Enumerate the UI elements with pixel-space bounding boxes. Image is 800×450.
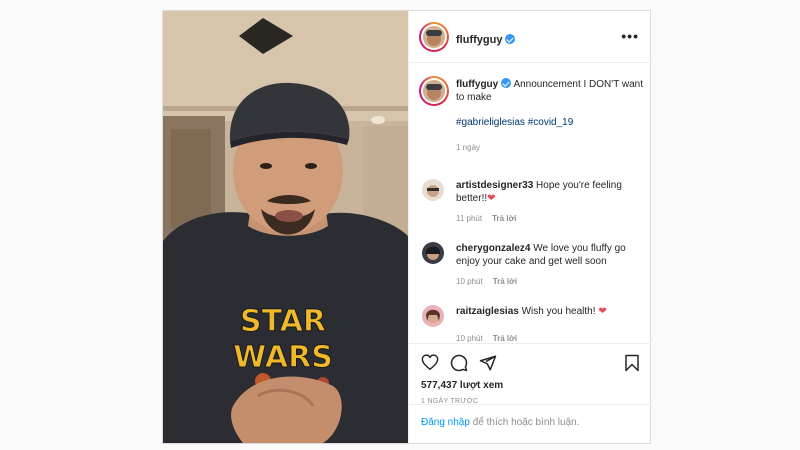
login-prompt-text: để thích hoặc bình luận. (469, 417, 580, 428)
reply-button[interactable]: Trả lời (493, 334, 517, 343)
comment-time: 10 phút (456, 277, 483, 286)
post-sidebar: fluffyguy ••• fluffyguy Announcement I D… (408, 11, 651, 443)
caption-username[interactable]: fluffyguy (456, 79, 498, 90)
caption-time: 1 ngày (456, 143, 481, 152)
commenter-avatar[interactable] (422, 242, 444, 264)
caption-hashtags[interactable]: #gabrieliglesias #covid_19 (456, 117, 573, 128)
page-background: STAR WARS fluffyguy ••• fluffyguy Announ… (0, 0, 800, 450)
comment-icon[interactable] (450, 354, 468, 377)
comment-username[interactable]: raitzaiglesias (456, 306, 519, 317)
view-count: 577,437 lượt xem (421, 380, 504, 391)
bookmark-icon[interactable] (624, 354, 640, 377)
login-link[interactable]: Đăng nhập (421, 417, 470, 428)
heart-emoji: ❤ (487, 193, 496, 204)
login-prompt: Đăng nhập để thích hoặc bình luận. (409, 404, 651, 443)
reply-button[interactable]: Trả lời (493, 277, 517, 286)
caption-author-avatar[interactable] (419, 76, 449, 106)
verified-badge-icon (505, 34, 516, 44)
comment-username[interactable]: artistdesigner33 (456, 180, 533, 191)
shirt-text-star: STAR (240, 304, 326, 339)
reply-button[interactable]: Trả lời (492, 214, 516, 223)
author-avatar-image (423, 26, 445, 48)
more-options-icon[interactable]: ••• (621, 29, 639, 43)
author-avatar[interactable] (419, 22, 449, 52)
instagram-post: STAR WARS fluffyguy ••• fluffyguy Announ… (162, 10, 651, 444)
heart-emoji: ❤ (598, 306, 607, 317)
commenter-avatar[interactable] (422, 179, 444, 201)
post-video[interactable]: STAR WARS (163, 11, 408, 443)
share-icon[interactable] (479, 354, 497, 377)
commenter-avatar[interactable] (422, 305, 444, 327)
comment-text: Wish you health! (521, 306, 596, 317)
comment-username[interactable]: cherygonzalez4 (456, 243, 530, 254)
shirt-text-wars: WARS (233, 340, 333, 375)
verified-badge-icon (501, 78, 512, 88)
heart-icon[interactable] (421, 354, 439, 375)
comment-time: 10 phút (456, 334, 483, 343)
post-header: fluffyguy ••• (409, 11, 651, 63)
video-frame: STAR WARS (163, 11, 408, 443)
comment-time: 11 phút (456, 214, 483, 223)
comments-list: fluffyguy Announcement I DON'T want to m… (409, 63, 651, 343)
author-username[interactable]: fluffyguy (456, 34, 502, 46)
